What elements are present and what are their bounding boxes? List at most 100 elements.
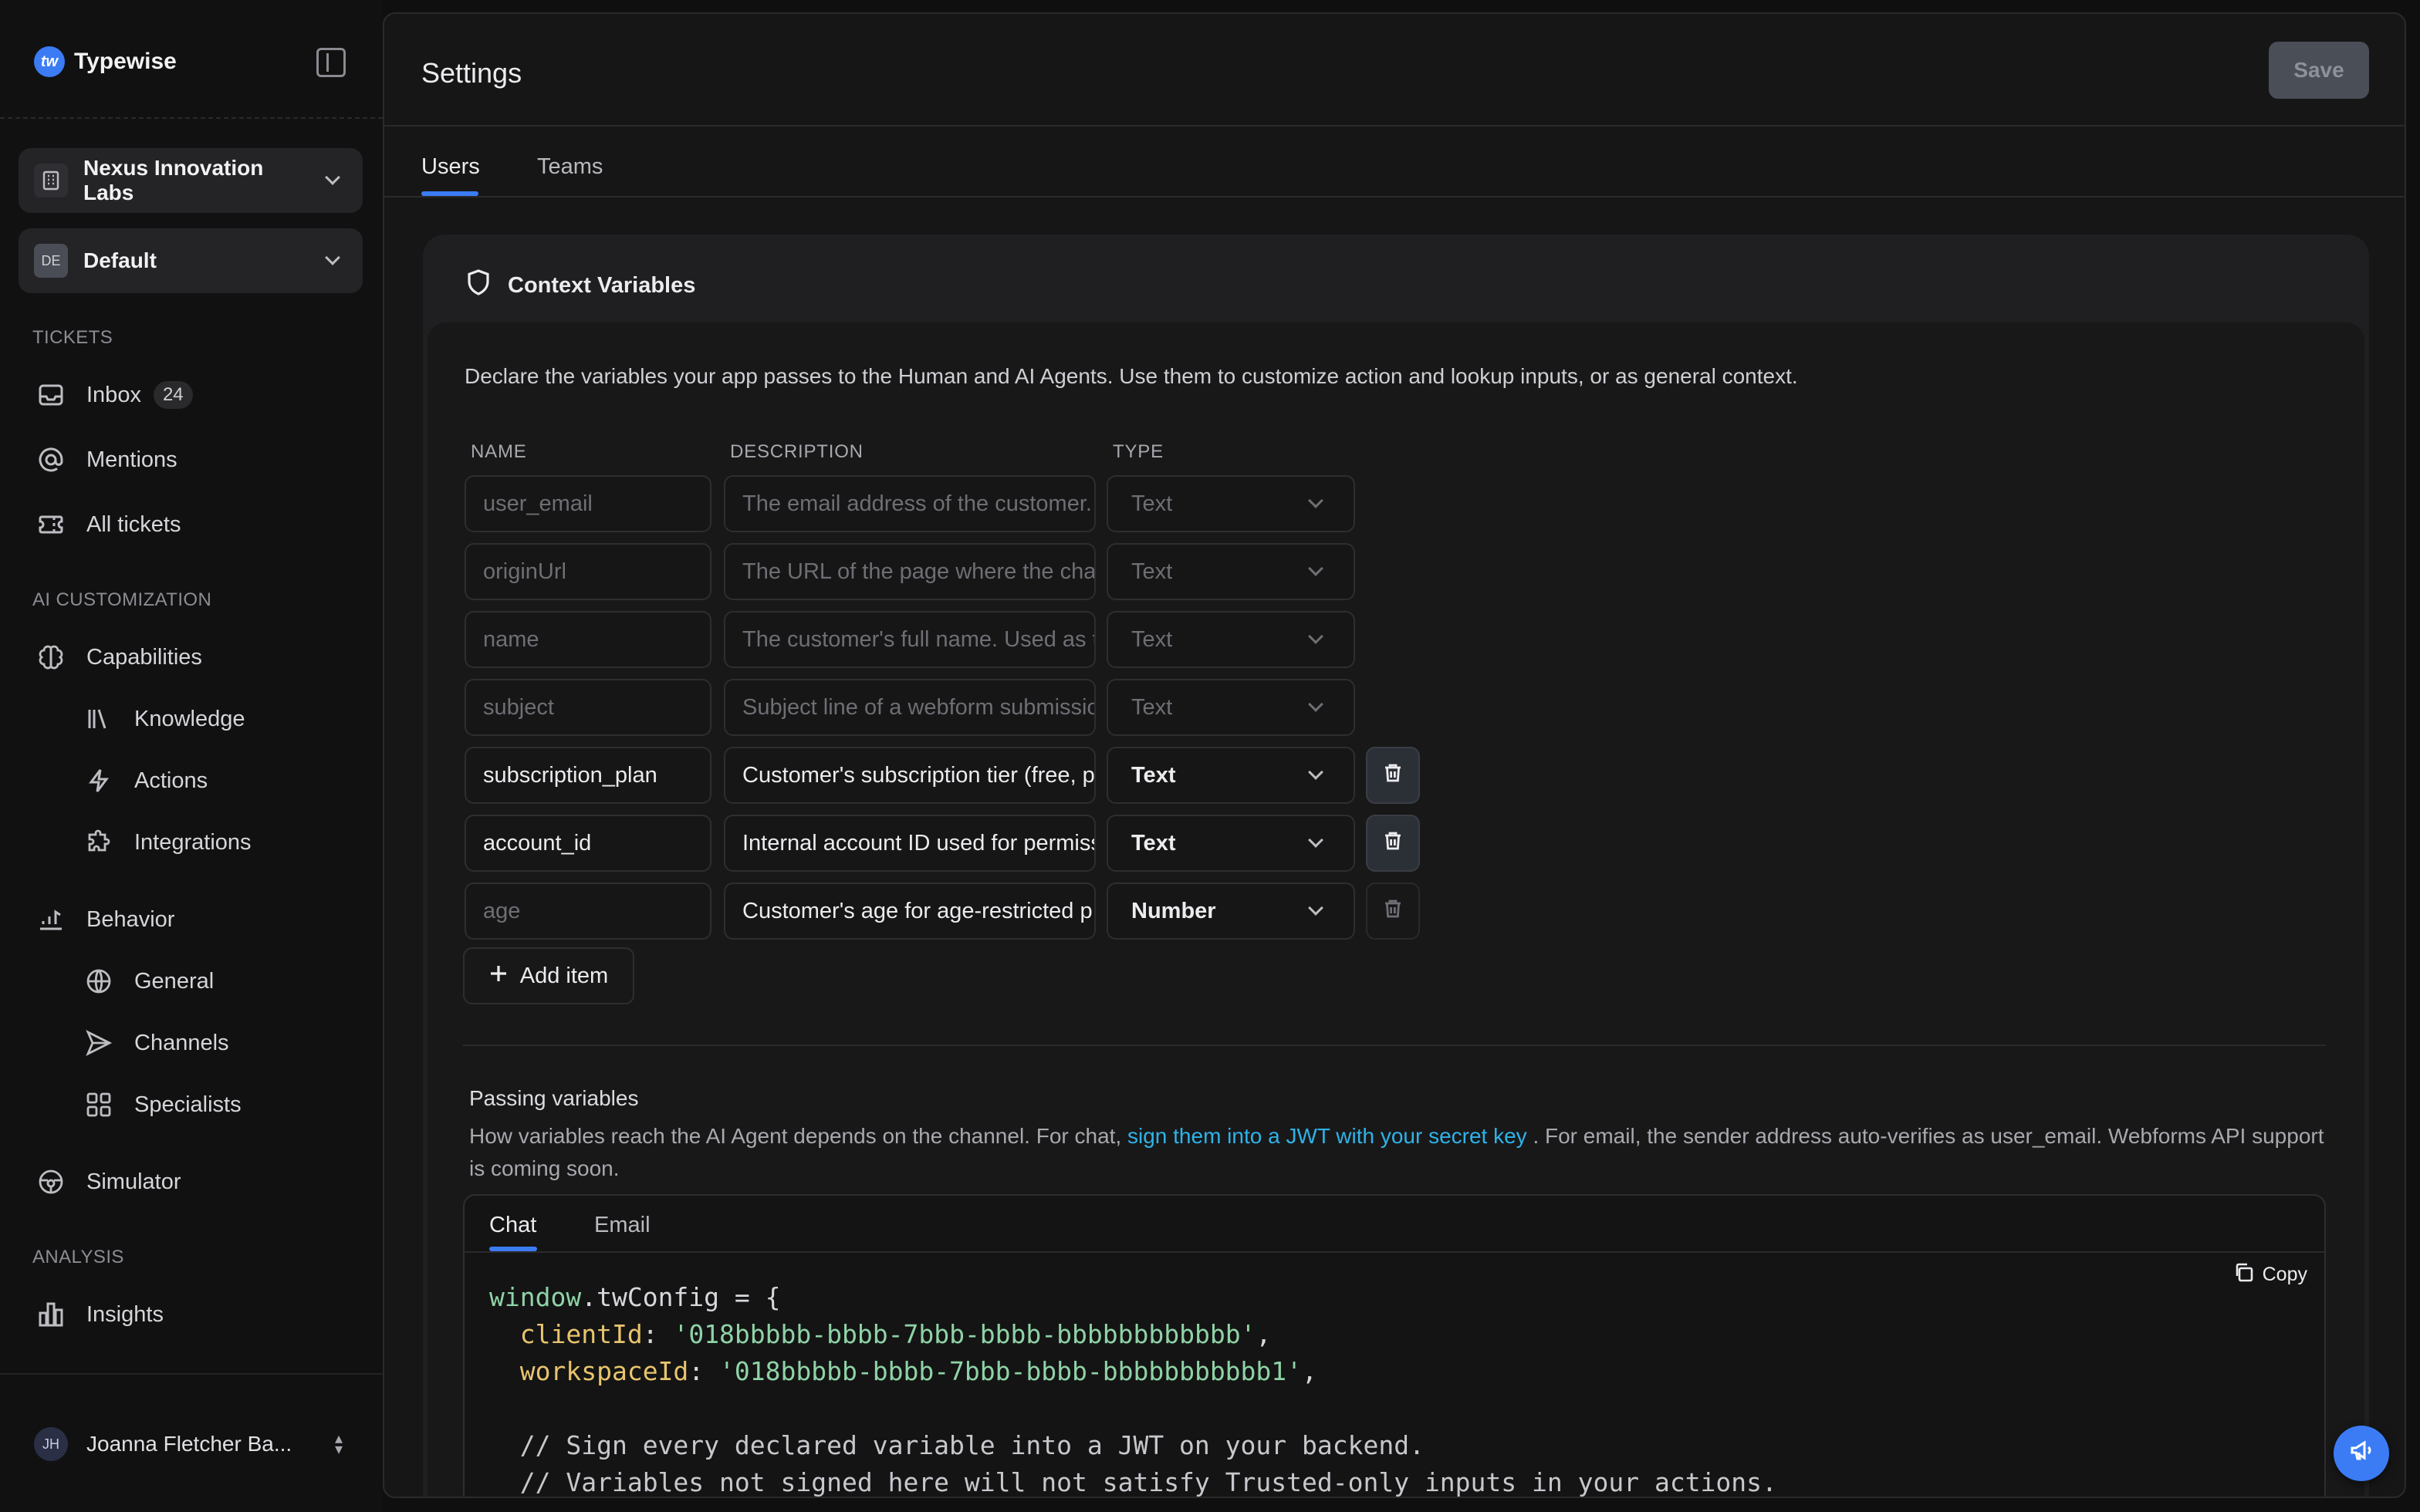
tab-email[interactable]: Email — [594, 1213, 651, 1238]
sidebar-item-general[interactable]: General — [85, 964, 214, 998]
sidebar-item-knowledge[interactable]: Knowledge — [85, 702, 245, 736]
add-item-button[interactable]: Add item — [463, 947, 634, 1004]
settings-tabs: Users Teams — [384, 127, 2405, 197]
section-divider — [463, 1045, 2326, 1046]
inbox-count-badge: 24 — [153, 381, 193, 409]
tab-chat[interactable]: Chat — [489, 1213, 536, 1238]
brand-name: Typewise — [74, 49, 177, 74]
type-select-value: Text — [1131, 626, 1173, 652]
announcements-button[interactable] — [2334, 1426, 2389, 1481]
jwt-docs-link[interactable]: sign them into a JWT with your secret ke… — [1127, 1124, 1527, 1148]
code-client-key: clientId — [519, 1319, 643, 1349]
variable-type-select[interactable]: Number — [1107, 883, 1355, 940]
page-title: Settings — [421, 57, 522, 89]
sidebar-item-label: Inbox — [86, 382, 141, 407]
variable-description-field[interactable]: Subject line of a webform submissio — [724, 679, 1096, 736]
globe-icon — [85, 967, 113, 995]
variable-name-field[interactable]: age — [465, 883, 711, 940]
sidebar-item-all-tickets[interactable]: All tickets — [37, 508, 181, 542]
sidebar-item-insights[interactable]: Insights — [37, 1298, 164, 1331]
variable-name-field[interactable]: subject — [465, 679, 711, 736]
sidebar-item-mentions[interactable]: Mentions — [37, 443, 177, 477]
sidebar-item-inbox[interactable]: Inbox 24 — [37, 378, 193, 412]
user-menu[interactable]: JH Joanna Fletcher Ba... ▴ ▾ — [34, 1427, 343, 1461]
chevron-down-icon — [325, 250, 340, 265]
code-snippet[interactable]: window.twConfig = { clientId: '018bbbbb-… — [489, 1279, 1777, 1497]
building-icon — [34, 164, 68, 197]
sidebar-item-label: All tickets — [86, 511, 181, 537]
chevron-down-icon — [1308, 561, 1323, 576]
chevron-up-down-icon: ▴ ▾ — [334, 1430, 343, 1458]
library-icon — [85, 705, 113, 733]
variable-name-field[interactable]: account_id — [465, 815, 711, 872]
inbox-icon — [37, 381, 65, 409]
passing-variables-text: How variables reach the AI Agent depends… — [469, 1120, 2329, 1185]
code-panel: Chat Email Copy window.twConfig = { clie… — [463, 1194, 2326, 1497]
variable-name-field[interactable]: originUrl — [465, 543, 711, 600]
sidebar-item-behavior[interactable]: Behavior — [37, 903, 174, 937]
section-label-ai-customization: AI CUSTOMIZATION — [32, 589, 212, 610]
sidebar-item-simulator[interactable]: Simulator — [37, 1165, 181, 1199]
behavior-icon — [37, 906, 65, 933]
chevron-down-icon — [1308, 900, 1323, 916]
collapse-sidebar-icon[interactable] — [316, 48, 346, 77]
code-comment: // Variables not signed here will not sa… — [519, 1467, 1777, 1497]
column-header-description: DESCRIPTION — [730, 441, 864, 462]
brand[interactable]: tw Typewise — [34, 46, 177, 77]
variable-name-field[interactable]: name — [465, 611, 711, 668]
column-header-type: TYPE — [1113, 441, 1164, 462]
chevron-down-icon — [325, 170, 340, 185]
save-button[interactable]: Save — [2269, 42, 2369, 99]
megaphone-icon — [2349, 1438, 2374, 1469]
user-name: Joanna Fletcher Ba... — [86, 1432, 292, 1456]
variable-description-field[interactable]: Customer's age for age-restricted p — [724, 883, 1096, 940]
sidebar-item-label: Integrations — [134, 829, 252, 855]
send-icon — [85, 1029, 113, 1057]
sidebar: tw Typewise Nexus Innovation Labs DE Def… — [0, 0, 383, 1512]
variable-description-field[interactable]: Internal account ID used for permiss — [724, 815, 1096, 872]
code-workspace-value: '018bbbbb-bbbb-7bbb-bbbb-bbbbbbbbbbb1' — [719, 1356, 1303, 1386]
variable-name-field[interactable]: user_email — [465, 475, 711, 532]
environment-selector[interactable]: DE Default — [19, 228, 363, 293]
ticket-icon — [37, 511, 65, 538]
variable-description-field[interactable]: The email address of the customer. — [724, 475, 1096, 532]
sidebar-item-label: Actions — [134, 768, 208, 793]
sidebar-item-label: Specialists — [134, 1092, 242, 1117]
card-body: Declare the variables your app passes to… — [428, 322, 2364, 1497]
code-open: = { — [719, 1282, 781, 1312]
trash-icon — [1382, 829, 1404, 858]
main-panel: Settings Save Users Teams Context Variab… — [383, 12, 2406, 1498]
copy-button[interactable]: Copy — [2226, 1259, 2314, 1291]
variable-name-field[interactable]: subscription_plan — [465, 747, 711, 804]
variable-type-select[interactable]: Text — [1107, 747, 1355, 804]
chevron-down-icon — [1308, 629, 1323, 644]
variable-type-select[interactable]: Text — [1107, 543, 1355, 600]
sidebar-item-integrations[interactable]: Integrations — [85, 825, 252, 859]
add-item-label: Add item — [519, 963, 609, 988]
sidebar-item-capabilities[interactable]: Capabilities — [37, 640, 202, 674]
variable-description-field[interactable]: The URL of the page where the chat — [724, 543, 1096, 600]
sidebar-item-actions[interactable]: Actions — [85, 764, 208, 798]
steering-wheel-icon — [37, 1168, 65, 1196]
variable-type-select[interactable]: Text — [1107, 679, 1355, 736]
variable-type-select[interactable]: Text — [1107, 475, 1355, 532]
sidebar-item-channels[interactable]: Channels — [85, 1026, 229, 1060]
delete-row-button[interactable] — [1366, 883, 1420, 940]
copy-label: Copy — [2262, 1264, 2307, 1285]
at-sign-icon — [37, 446, 65, 474]
active-code-tab-indicator — [489, 1247, 537, 1251]
variable-description-field[interactable]: The customer's full name. Used as th — [724, 611, 1096, 668]
variable-type-select[interactable]: Text — [1107, 815, 1355, 872]
tab-teams[interactable]: Teams — [537, 154, 603, 180]
tab-users[interactable]: Users — [421, 154, 480, 180]
trash-icon — [1382, 761, 1404, 790]
delete-row-button[interactable] — [1366, 815, 1420, 872]
column-header-name: NAME — [471, 441, 527, 462]
delete-row-button[interactable] — [1366, 747, 1420, 804]
code-property: twConfig — [597, 1282, 720, 1312]
type-select-value: Text — [1131, 694, 1173, 720]
sidebar-item-specialists[interactable]: Specialists — [85, 1088, 242, 1122]
variable-type-select[interactable]: Text — [1107, 611, 1355, 668]
workspace-selector[interactable]: Nexus Innovation Labs — [19, 148, 363, 213]
variable-description-field[interactable]: Customer's subscription tier (free, p — [724, 747, 1096, 804]
